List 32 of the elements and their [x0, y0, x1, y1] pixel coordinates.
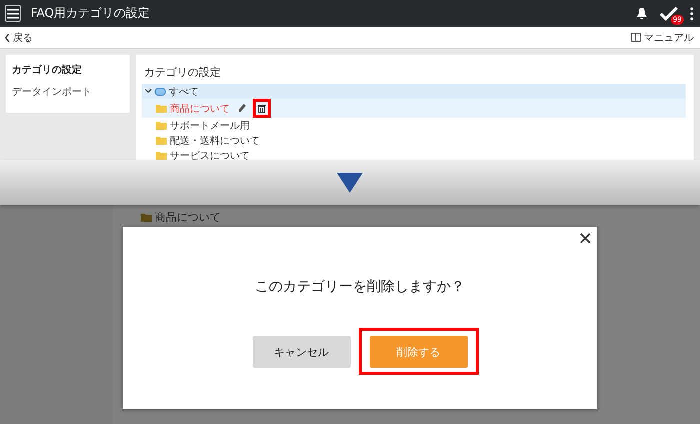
tree-item: 商品について [155, 210, 221, 225]
down-arrow-icon [337, 172, 363, 192]
database-icon [155, 88, 166, 96]
panel-title: カテゴリの設定 [144, 65, 222, 80]
sidebar-item[interactable]: カテゴリの設定 [6, 59, 130, 81]
menu-button[interactable] [5, 5, 21, 22]
tree-item[interactable]: 商品について [142, 99, 686, 118]
tree-item[interactable]: サービスについて [142, 148, 686, 160]
tree-item[interactable]: すべて [142, 84, 686, 99]
dialog-message: このカテゴリーを削除しますか？ [255, 278, 465, 296]
more-icon [690, 6, 694, 20]
tree-item[interactable]: サポートメール用 [142, 118, 686, 133]
folder-icon [156, 104, 167, 113]
folder-icon [156, 121, 167, 130]
delete-button[interactable] [253, 99, 271, 118]
page-title: FAQ用カテゴリの設定 [31, 5, 152, 22]
pencil-icon [239, 104, 246, 113]
bell-icon [636, 7, 648, 20]
chevron-down-icon [145, 89, 152, 94]
book-icon [631, 33, 641, 42]
cancel-button[interactable]: キャンセル [252, 336, 350, 368]
close-icon [580, 233, 591, 244]
close-button[interactable] [580, 233, 591, 244]
sidebar-item[interactable]: データインポート [6, 81, 130, 103]
folder-icon [141, 213, 152, 222]
manual-link[interactable]: マニュアル [631, 30, 694, 44]
trash-icon [258, 104, 266, 113]
chevron-left-icon [5, 34, 10, 42]
tree-item[interactable]: 配送・送料について [142, 133, 686, 148]
folder-icon [156, 136, 167, 145]
menu-icon [7, 8, 19, 18]
back-link[interactable]: 戻る [5, 30, 33, 44]
